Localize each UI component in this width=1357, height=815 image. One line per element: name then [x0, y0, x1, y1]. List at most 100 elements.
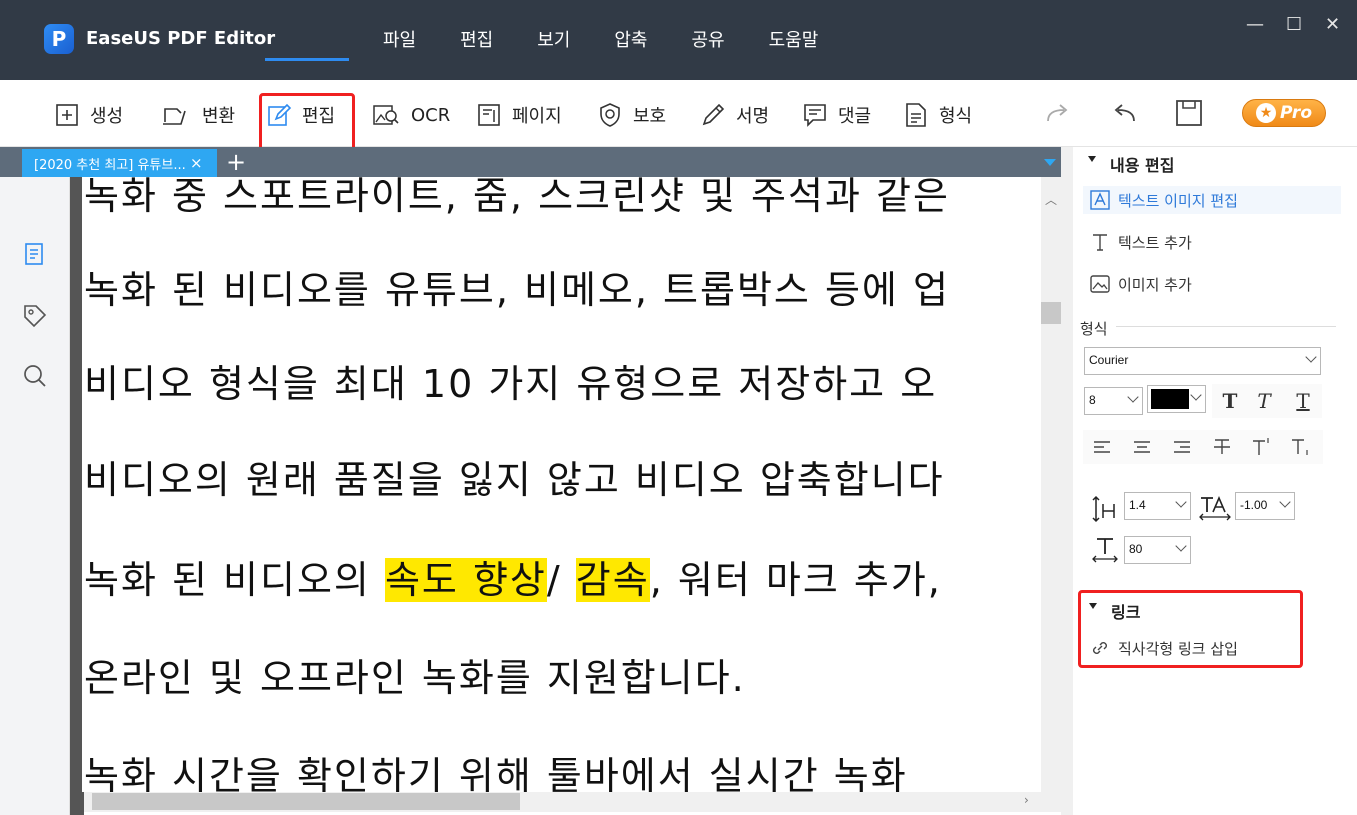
- horizontal-scrollbar-thumb[interactable]: [92, 793, 520, 810]
- toolbar-convert-button[interactable]: 변환: [156, 98, 235, 132]
- save-icon[interactable]: [1174, 99, 1204, 127]
- align-center-icon[interactable]: [1127, 432, 1157, 462]
- doc-line[interactable]: 녹화 된 비디오를 유튜브, 비메오, 트롭박스 등에 업: [84, 259, 950, 314]
- chevron-down-icon: [1175, 540, 1187, 552]
- doc-text: 비디오의 원래 품질을 잃지 않고 비디오 압축합니다: [84, 458, 945, 502]
- menu-help[interactable]: 도움말: [769, 26, 819, 52]
- new-tab-button[interactable]: +: [226, 148, 246, 176]
- menu-compress[interactable]: 압축: [614, 26, 647, 52]
- menu-file[interactable]: 파일: [383, 26, 416, 52]
- close-window-button[interactable]: ✕: [1325, 14, 1340, 35]
- ocr-scan-icon: [373, 105, 399, 125]
- doc-text: 온라인 및 오프라인 녹화를 지원합니다.: [84, 656, 746, 700]
- toolbar-form-button[interactable]: 형식: [903, 98, 972, 132]
- text-image-edit-icon: [1090, 190, 1110, 210]
- maximize-button[interactable]: ☐: [1286, 14, 1302, 35]
- redo-icon[interactable]: [1044, 101, 1074, 127]
- chevron-down-icon: [1127, 391, 1139, 403]
- vertical-scrollbar[interactable]: [1041, 177, 1061, 792]
- vertical-scrollbar-thumb[interactable]: [1041, 302, 1061, 324]
- content-edit-heading[interactable]: 내용 편집: [1110, 152, 1174, 176]
- text-scale-icon: [1092, 538, 1118, 563]
- toolbar-ocr-button[interactable]: OCR: [369, 98, 450, 132]
- highlighted-text: 감속: [575, 558, 650, 602]
- char-spacing-value: -1.00: [1240, 498, 1268, 512]
- text-add-icon: [1093, 234, 1107, 251]
- add-image-label: 이미지 추가: [1118, 275, 1192, 294]
- convert-icon: [163, 108, 186, 125]
- font-family-value: Courier: [1089, 353, 1129, 367]
- line-spacing-value: 1.4: [1129, 498, 1146, 512]
- subscript-icon[interactable]: [1287, 432, 1317, 462]
- document-tab-bar: [2020 추천 최고] 유튜브...: [0, 147, 1068, 177]
- thumbnails-icon[interactable]: [22, 241, 48, 267]
- strikethrough-icon[interactable]: [1207, 432, 1237, 462]
- toolbar-sign-button[interactable]: 서명: [700, 98, 769, 132]
- collapse-link-icon[interactable]: [1089, 603, 1097, 609]
- bookmark-tag-icon[interactable]: [22, 303, 48, 329]
- toolbar-sign-label: 서명: [736, 106, 770, 127]
- align-left-icon[interactable]: [1087, 432, 1117, 462]
- doc-text: /: [546, 558, 576, 602]
- image-add-icon: [1090, 275, 1110, 293]
- color-swatch: [1151, 389, 1189, 409]
- menu-edit[interactable]: 편집: [460, 26, 493, 52]
- scroll-up-icon[interactable]: ︿: [1045, 191, 1057, 208]
- search-icon[interactable]: [22, 363, 48, 389]
- toolbar-page-button[interactable]: 페이지: [476, 98, 562, 132]
- font-family-select[interactable]: Courier: [1084, 347, 1321, 375]
- doc-line[interactable]: 녹화 된 비디오의 속도 향상/ 감속, 워터 마크 추가,: [84, 549, 942, 604]
- doc-line[interactable]: 녹화 중 스포트라이트, 줌, 스크린샷 및 주석과 같은: [84, 177, 950, 220]
- format-divider: [1116, 326, 1336, 327]
- minimize-button[interactable]: —: [1246, 14, 1264, 35]
- insert-rect-link-label: 직사각형 링크 삽입: [1118, 639, 1238, 658]
- link-heading[interactable]: 링크: [1111, 599, 1140, 623]
- toolbar-protect-button[interactable]: 보호: [597, 98, 666, 132]
- font-color-picker[interactable]: [1147, 385, 1206, 413]
- doc-line[interactable]: 비디오의 원래 품질을 잃지 않고 비디오 압축합니다: [84, 449, 945, 504]
- menu-view[interactable]: 보기: [537, 26, 570, 52]
- add-image-item[interactable]: 이미지 추가: [1090, 270, 1192, 298]
- format-heading: 형식: [1080, 320, 1108, 338]
- underline-t-icon[interactable]: T: [1288, 386, 1318, 416]
- italic-t-icon[interactable]: T: [1249, 386, 1279, 416]
- active-tab-underline: [265, 58, 349, 61]
- insert-rect-link-item[interactable]: 직사각형 링크 삽입: [1090, 634, 1238, 662]
- doc-line[interactable]: 온라인 및 오프라인 녹화를 지원합니다.: [84, 647, 746, 702]
- doc-line[interactable]: 비디오 형식을 최대 10 가지 유형으로 저장하고 오: [84, 353, 937, 408]
- text-image-edit-item[interactable]: 텍스트 이미지 편집: [1083, 186, 1341, 214]
- tab-close-button[interactable]: ×: [190, 154, 203, 172]
- chevron-down-icon: [1305, 351, 1317, 363]
- doc-text: , 워터 마크 추가,: [649, 558, 942, 602]
- text-image-edit-label: 텍스트 이미지 편집: [1118, 191, 1238, 210]
- line-spacing-icon: [1092, 495, 1115, 523]
- highlight-box-edit: [259, 93, 355, 152]
- align-right-icon[interactable]: [1167, 432, 1197, 462]
- menu-share[interactable]: 공유: [692, 26, 725, 52]
- doc-line[interactable]: 녹화 시간을 확인하기 위해 툴바에서 실시간 녹화: [84, 745, 908, 792]
- form-icon: [906, 103, 926, 127]
- line-spacing-select[interactable]: 1.4: [1124, 492, 1191, 520]
- collapse-content-edit-icon[interactable]: [1088, 156, 1096, 162]
- char-spacing-select[interactable]: -1.00: [1235, 492, 1295, 520]
- highlighted-text: 속도 향상: [384, 558, 547, 602]
- bold-t-icon[interactable]: T: [1215, 386, 1245, 416]
- pro-upgrade-button[interactable]: ★ Pro: [1242, 99, 1326, 127]
- tab-list-dropdown-icon[interactable]: [1044, 159, 1056, 166]
- add-text-item[interactable]: 텍스트 추가: [1090, 228, 1192, 256]
- undo-icon[interactable]: [1108, 101, 1138, 127]
- document-tab[interactable]: [2020 추천 최고] 유튜브...: [22, 149, 217, 177]
- pdf-page[interactable]: 녹화 중 스포트라이트, 줌, 스크린샷 및 주석과 같은 녹화 된 비디오를 …: [82, 177, 1042, 792]
- font-size-select[interactable]: 8: [1084, 387, 1143, 415]
- document-tab-label: [2020 추천 최고] 유튜브...: [34, 158, 186, 173]
- superscript-icon[interactable]: [1247, 432, 1277, 462]
- scroll-right-icon[interactable]: ›: [1024, 793, 1029, 807]
- doc-text: 녹화 된 비디오의: [84, 558, 385, 602]
- doc-text: 녹화 된 비디오를 유튜브, 비메오, 트롭박스 등에 업: [84, 268, 950, 312]
- toolbar-comment-label: 댓글: [838, 106, 872, 127]
- text-scale-select[interactable]: 80: [1124, 536, 1191, 564]
- toolbar-create-button[interactable]: 생성: [54, 98, 123, 132]
- title-bar: P EaseUS PDF Editor 파일 편집 보기 압축 공유 도움말 —…: [0, 0, 1357, 80]
- toolbar-comment-button[interactable]: 댓글: [802, 98, 871, 132]
- plus-square-icon: [56, 104, 78, 126]
